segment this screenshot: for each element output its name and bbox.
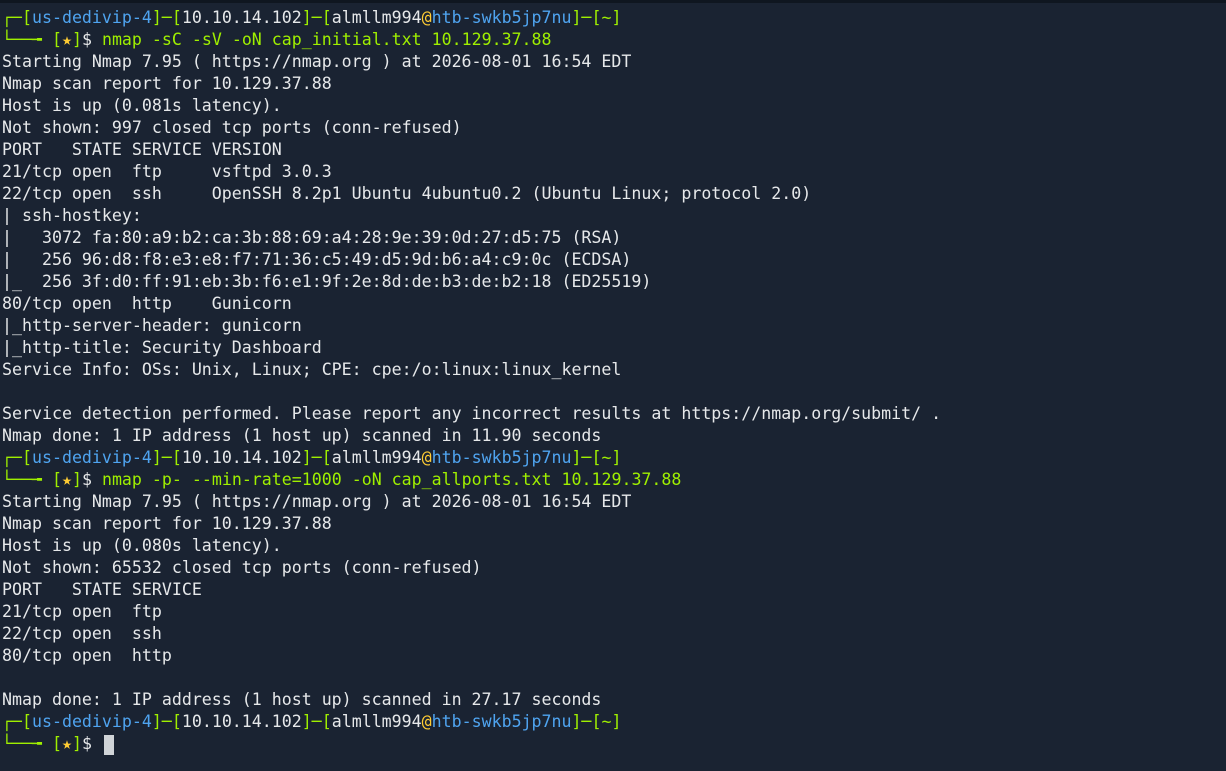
prompt-bracket: ]─[ bbox=[571, 448, 602, 467]
prompt-bracket: ]─[ bbox=[151, 712, 182, 731]
prompt-bracket: └──╼ [ bbox=[2, 470, 62, 489]
prompt-dir: ~ bbox=[601, 712, 612, 731]
output-line: Nmap scan report for 10.129.37.88 bbox=[2, 514, 332, 533]
prompt-header-line: ┌─[us-dedivip-4]─[10.10.14.102]─[almllm9… bbox=[2, 447, 1226, 469]
star-icon: ★ bbox=[61, 734, 72, 753]
prompt-dollar: $ bbox=[81, 734, 92, 753]
terminal-top-border bbox=[0, 0, 1226, 3]
output-line: | ssh-hostkey: bbox=[2, 206, 152, 225]
output-line: |_http-title: Security Dashboard bbox=[2, 338, 322, 357]
output-line: Not shown: 65532 closed tcp ports (conn-… bbox=[2, 558, 482, 577]
prompt-dollar: $ bbox=[81, 470, 92, 489]
star-icon: ★ bbox=[61, 470, 72, 489]
output-line: Nmap scan report for 10.129.37.88 bbox=[2, 74, 332, 93]
prompt-command-line: └──╼ [★]$ nmap -p- --min-rate=1000 -oN c… bbox=[2, 469, 1226, 491]
output-line: 22/tcp open ssh bbox=[2, 624, 162, 643]
output-line: Starting Nmap 7.95 ( https://nmap.org ) … bbox=[2, 492, 632, 511]
output-line: Not shown: 997 closed tcp ports (conn-re… bbox=[2, 118, 462, 137]
prompt-bracket: ]─[ bbox=[301, 8, 332, 27]
output-line: PORT STATE SERVICE VERSION bbox=[2, 140, 282, 159]
prompt-bracket: ┌─[ bbox=[2, 712, 32, 731]
star-icon: ★ bbox=[61, 30, 72, 49]
prompt-command-line: └──╼ [★]$ nmap -sC -sV -oN cap_initial.t… bbox=[2, 29, 1226, 51]
output-line: Host is up (0.081s latency). bbox=[2, 96, 282, 115]
command-text: nmap -p- --min-rate=1000 -oN cap_allport… bbox=[101, 470, 682, 489]
prompt-bracket: ]─[ bbox=[151, 8, 182, 27]
command-text: nmap -sC -sV -oN cap_initial.txt 10.129.… bbox=[101, 30, 552, 49]
prompt-ip: 10.10.14.102 bbox=[181, 712, 302, 731]
prompt-host: us-dedivip-4 bbox=[31, 8, 152, 27]
prompt-bracket: ]─[ bbox=[151, 448, 182, 467]
terminal-cursor[interactable] bbox=[103, 734, 114, 755]
prompt-bracket: ] bbox=[71, 30, 82, 49]
prompt-bracket: └──╼ [ bbox=[2, 734, 62, 753]
output-line: 22/tcp open ssh OpenSSH 8.2p1 Ubuntu 4ub… bbox=[2, 184, 812, 203]
prompt-user: almllm994 bbox=[331, 8, 422, 27]
output-line: 80/tcp open http bbox=[2, 646, 172, 665]
prompt-dir: ~ bbox=[601, 8, 612, 27]
prompt-user: almllm994 bbox=[331, 448, 422, 467]
output-line: Service Info: OSs: Unix, Linux; CPE: cpe… bbox=[2, 360, 622, 379]
prompt-bracket: ] bbox=[611, 8, 622, 27]
output-line: Host is up (0.080s latency). bbox=[2, 536, 282, 555]
prompt-user: almllm994 bbox=[331, 712, 422, 731]
output-line: PORT STATE SERVICE bbox=[2, 580, 202, 599]
prompt-at: @ bbox=[421, 8, 432, 27]
output-line: 21/tcp open ftp bbox=[2, 602, 162, 621]
prompt-bracket: └──╼ [ bbox=[2, 30, 62, 49]
prompt-ip: 10.10.14.102 bbox=[181, 448, 302, 467]
prompt-dir: ~ bbox=[601, 448, 612, 467]
prompt-at: @ bbox=[421, 712, 432, 731]
output-line: | 256 96:d8:f8:e3:e8:f7:71:36:c5:49:d5:9… bbox=[2, 250, 632, 269]
prompt-host: us-dedivip-4 bbox=[31, 712, 152, 731]
prompt-bracket: ]─[ bbox=[571, 8, 602, 27]
output-line: Starting Nmap 7.95 ( https://nmap.org ) … bbox=[2, 52, 632, 71]
output-line: | 3072 fa:80:a9:b2:ca:3b:88:69:a4:28:9e:… bbox=[2, 228, 622, 247]
output-line: |_ 256 3f:d0:ff:91:eb:3b:f6:e1:9f:2e:8d:… bbox=[2, 272, 652, 291]
prompt-bracket: ]─[ bbox=[301, 448, 332, 467]
terminal-window[interactable]: ┌─[us-dedivip-4]─[10.10.14.102]─[almllm9… bbox=[0, 0, 1226, 771]
prompt-command-line[interactable]: └──╼ [★]$ bbox=[2, 733, 1226, 755]
output-line: 80/tcp open http Gunicorn bbox=[2, 294, 292, 313]
prompt-bracket: ]─[ bbox=[571, 712, 602, 731]
prompt-bracket: ] bbox=[71, 470, 82, 489]
prompt-header-line: ┌─[us-dedivip-4]─[10.10.14.102]─[almllm9… bbox=[2, 7, 1226, 29]
prompt-machine: htb-swkb5jp7nu bbox=[431, 448, 572, 467]
prompt-machine: htb-swkb5jp7nu bbox=[431, 712, 572, 731]
output-line: 21/tcp open ftp vsftpd 3.0.3 bbox=[2, 162, 332, 181]
prompt-bracket: ] bbox=[611, 448, 622, 467]
output-line: Nmap done: 1 IP address (1 host up) scan… bbox=[2, 690, 602, 709]
output-line: |_http-server-header: gunicorn bbox=[2, 316, 302, 335]
prompt-header-line: ┌─[us-dedivip-4]─[10.10.14.102]─[almllm9… bbox=[2, 711, 1226, 733]
prompt-ip: 10.10.14.102 bbox=[181, 8, 302, 27]
terminal-output: ┌─[us-dedivip-4]─[10.10.14.102]─[almllm9… bbox=[2, 7, 1226, 755]
output-line: Service detection performed. Please repo… bbox=[2, 404, 942, 423]
prompt-bracket: ┌─[ bbox=[2, 448, 32, 467]
prompt-bracket: ]─[ bbox=[301, 712, 332, 731]
prompt-at: @ bbox=[421, 448, 432, 467]
prompt-bracket: ┌─[ bbox=[2, 8, 32, 27]
prompt-dollar: $ bbox=[81, 30, 92, 49]
output-line: Nmap done: 1 IP address (1 host up) scan… bbox=[2, 426, 602, 445]
prompt-bracket: ] bbox=[71, 734, 82, 753]
prompt-machine: htb-swkb5jp7nu bbox=[431, 8, 572, 27]
prompt-host: us-dedivip-4 bbox=[31, 448, 152, 467]
prompt-bracket: ] bbox=[611, 712, 622, 731]
